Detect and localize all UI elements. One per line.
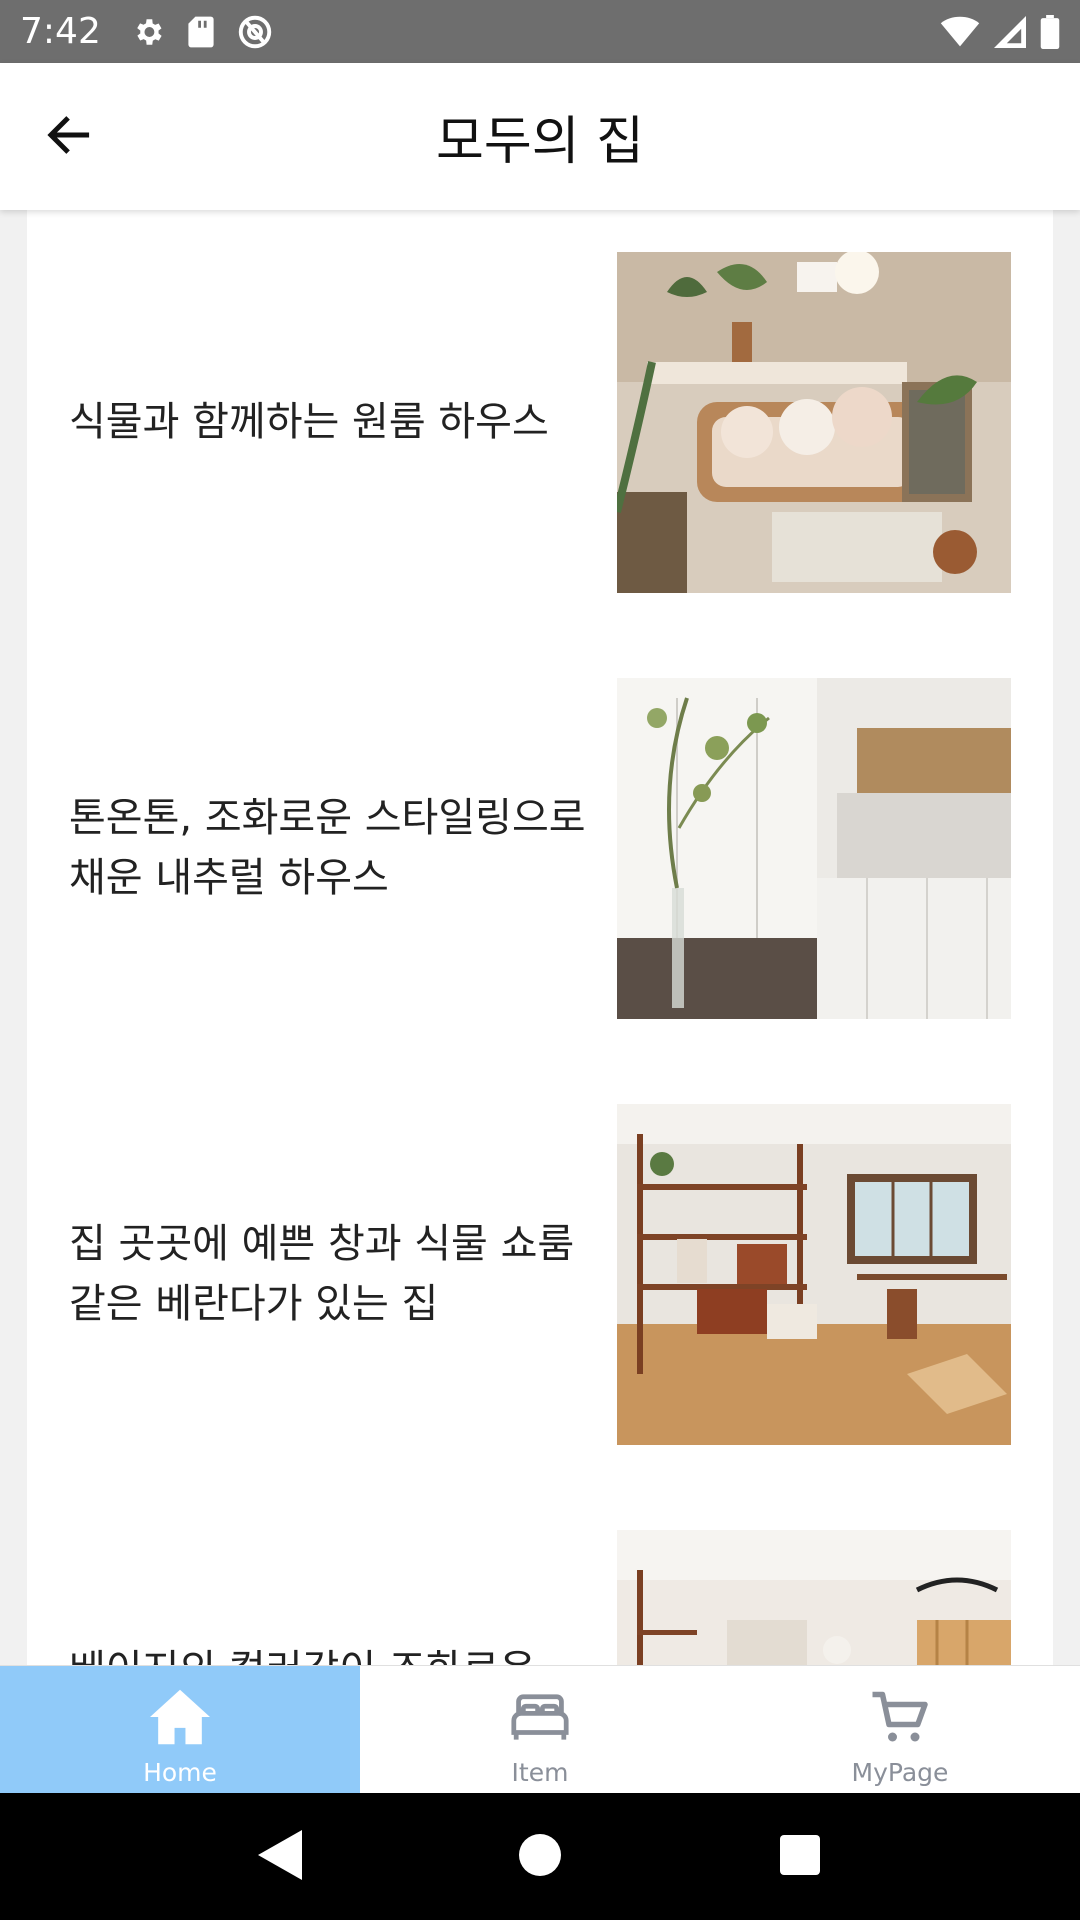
sync-icon <box>237 14 273 50</box>
wifi-icon <box>940 16 980 48</box>
signal-icon <box>994 15 1026 48</box>
system-nav-bar <box>0 1793 1080 1920</box>
system-back-button[interactable] <box>240 1817 320 1897</box>
nav-label-item: Item <box>511 1758 569 1787</box>
status-time: 7:42 <box>20 11 101 52</box>
page-title: 모두의 집 <box>436 112 644 172</box>
home-icon <box>147 1684 213 1750</box>
bottom-nav: Home Item MyPage <box>0 1665 1080 1794</box>
nav-item-item[interactable]: Item <box>360 1666 720 1794</box>
sd-card-icon <box>187 15 215 49</box>
room-with-plants-photo <box>617 252 1011 593</box>
battery-icon <box>1040 14 1060 49</box>
house-card[interactable]: 집 곳곳에 예쁜 창과 식물 쇼룸 같은 베란다가 있는 집 <box>27 1062 1053 1488</box>
nav-item-home[interactable]: Home <box>0 1666 360 1794</box>
home-circle-icon <box>519 1833 561 1880</box>
system-recents-button[interactable] <box>760 1817 840 1897</box>
status-bar: 7:42 <box>0 0 1080 63</box>
bed-icon <box>509 1684 571 1750</box>
system-home-button[interactable] <box>500 1817 580 1897</box>
cart-icon <box>870 1684 930 1750</box>
house-card-title: 베이지의 컬러감이 조화로운 <box>69 1640 599 1665</box>
nav-label-home: Home <box>143 1758 217 1787</box>
beige-living-room-photo <box>617 1530 1011 1665</box>
nav-item-mypage[interactable]: MyPage <box>720 1666 1080 1794</box>
house-card-title: 식물과 함께하는 원룸 하우스 <box>69 399 549 445</box>
back-triangle-icon <box>258 1829 302 1884</box>
house-card[interactable]: 베이지의 컬러감이 조화로운 <box>27 1488 1053 1665</box>
gear-icon <box>131 15 165 49</box>
nav-label-mypage: MyPage <box>851 1758 949 1787</box>
house-card-title: 집 곳곳에 예쁜 창과 식물 쇼룸 같은 베란다가 있는 집 <box>69 1221 575 1327</box>
house-card[interactable]: 톤온톤, 조화로운 스타일링으로 채운 내추럴 하우스 <box>27 636 1053 1062</box>
house-card[interactable]: 식물과 함께하는 원룸 하우스 <box>27 210 1053 636</box>
status-icons-left <box>131 14 273 50</box>
house-card-title: 톤온톤, 조화로운 스타일링으로 채운 내추럴 하우스 <box>69 795 586 901</box>
white-kitchen-photo <box>617 678 1011 1019</box>
wood-shelf-room-photo <box>617 1104 1011 1445</box>
recents-square-icon <box>780 1834 820 1879</box>
house-list[interactable]: 식물과 함께하는 원룸 하우스 톤온톤, 조화로운 스타일링으로 채운 내추럴 … <box>27 210 1053 1665</box>
status-icons-right <box>940 0 1060 63</box>
app-bar: 모두의 집 <box>0 63 1080 210</box>
